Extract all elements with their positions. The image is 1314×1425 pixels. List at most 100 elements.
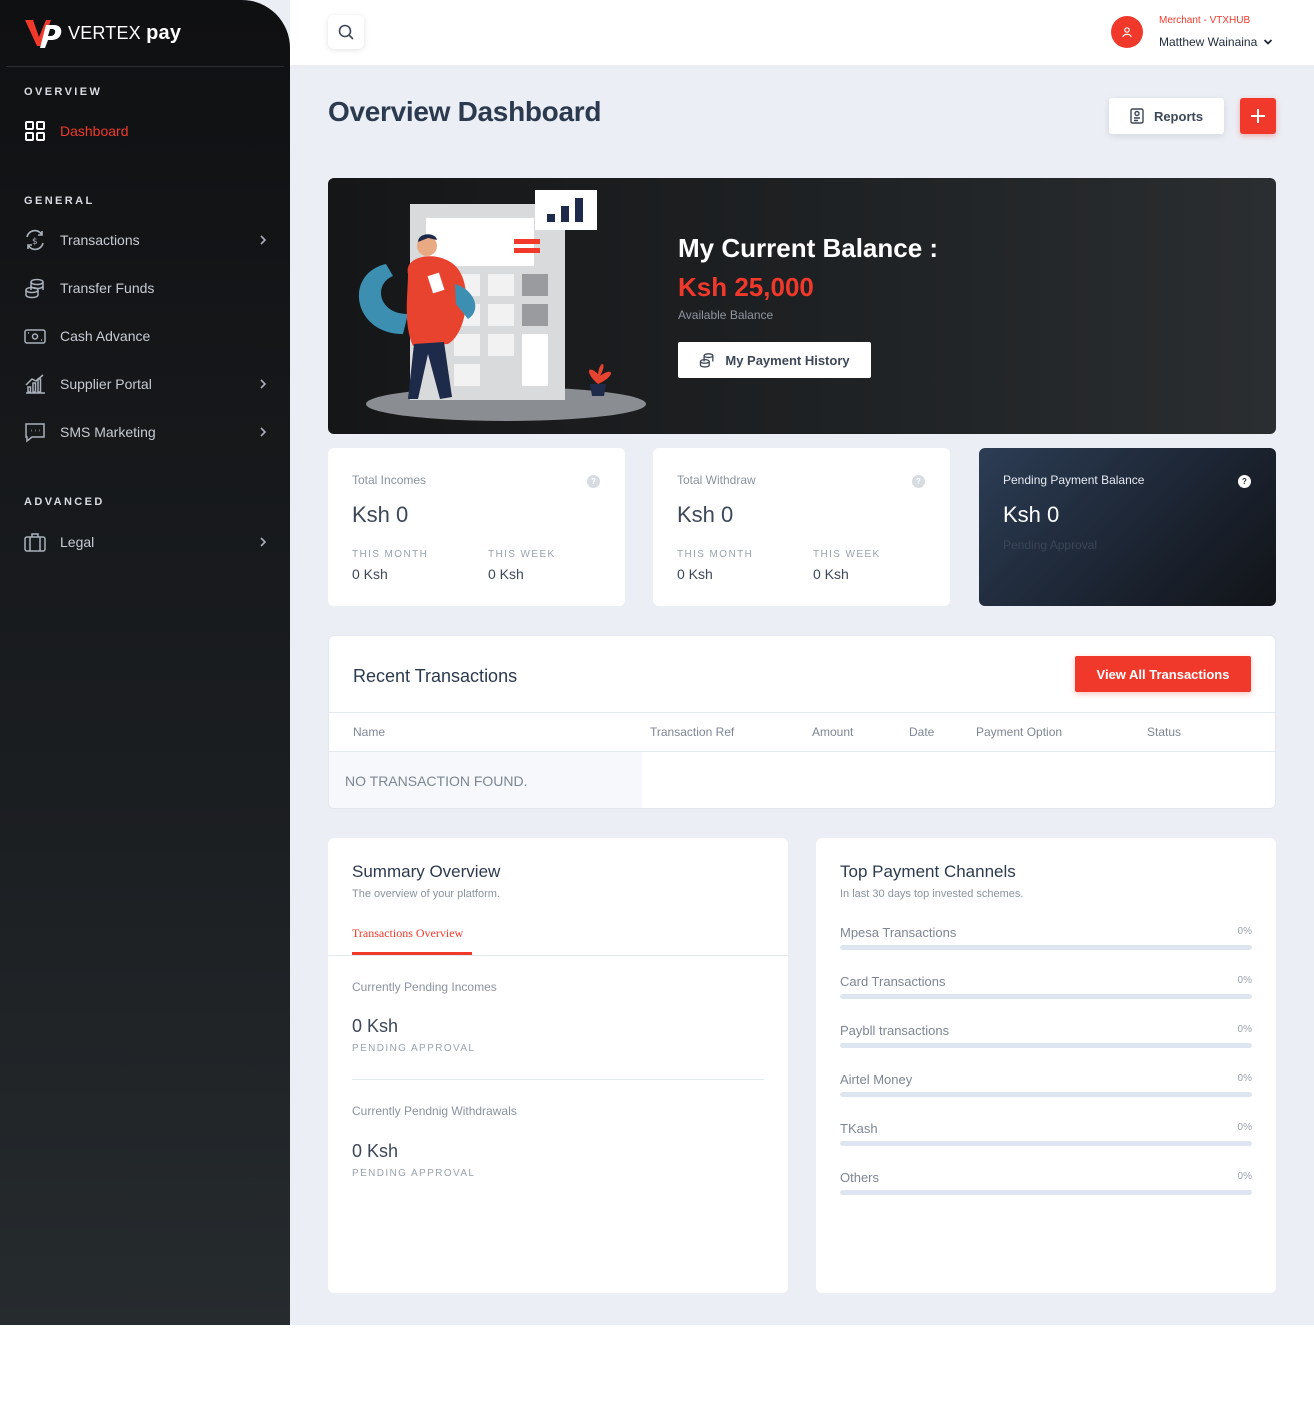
add-button[interactable]: [1240, 98, 1276, 134]
recent-transactions-card: Recent Transactions View All Transaction…: [328, 635, 1276, 809]
channel-progress-track: [840, 1092, 1252, 1097]
balance-card: My Current Balance : Ksh 25,000 Availabl…: [328, 178, 1276, 434]
column-header-ref[interactable]: Transaction Ref: [650, 725, 734, 739]
stat-value: Ksh 0: [677, 502, 734, 527]
channel-percent: 0%: [1237, 926, 1252, 937]
sidebar-item-label: Legal: [60, 534, 95, 550]
sidebar-item-dashboard[interactable]: Dashboard: [24, 116, 268, 146]
sidebar-item-legal[interactable]: Legal: [24, 527, 268, 557]
sidebar-item-label: SMS Marketing: [60, 424, 156, 440]
stat-sub: Pending Approval: [1003, 538, 1098, 552]
user-name: Matthew Wainaina: [1159, 35, 1258, 49]
vertex-logo-icon: [25, 20, 62, 48]
sidebar-item-cash-advance[interactable]: Cash Advance: [24, 321, 268, 351]
payment-history-button[interactable]: My Payment History: [678, 342, 871, 378]
channel-row: Card Transactions 0%: [840, 974, 1252, 1004]
column-header-payment-option[interactable]: Payment Option: [976, 725, 1062, 739]
sidebar-item-transfer-funds[interactable]: Transfer Funds: [24, 273, 268, 303]
pending-value: 0 Ksh: [352, 1016, 399, 1036]
brand-name: VERTEX pay: [68, 21, 182, 44]
merchant-label: Merchant - VTXHUB: [1159, 15, 1251, 26]
stat-this-week: THIS WEEK 0 Ksh: [488, 549, 556, 582]
channel-row: TKash 0%: [840, 1121, 1252, 1151]
svg-text:$: $: [32, 237, 38, 247]
brand-logo[interactable]: VERTEX pay: [24, 16, 181, 50]
sidebar-divider: [6, 66, 284, 67]
sidebar-item-sms-marketing[interactable]: SMS Marketing: [24, 417, 268, 447]
channel-progress-track: [840, 945, 1252, 950]
tab-transactions-overview[interactable]: Transactions Overview: [352, 926, 463, 941]
stat-mini-label: THIS MONTH: [677, 549, 754, 560]
table-header: Name Transaction Ref Amount Date Payment…: [329, 712, 1275, 752]
help-icon[interactable]: ?: [1238, 475, 1251, 488]
reports-button[interactable]: Reports: [1109, 98, 1224, 134]
empty-state: NO TRANSACTION FOUND.: [329, 752, 642, 808]
column-header-name[interactable]: Name: [353, 725, 385, 739]
column-header-date[interactable]: Date: [909, 725, 934, 739]
column-header-amount[interactable]: Amount: [812, 725, 853, 739]
sidebar-item-label: Transactions: [60, 232, 140, 248]
channel-name: Paybll transactions: [840, 1023, 950, 1038]
search-button[interactable]: [328, 15, 364, 49]
section-general: GENERAL: [24, 195, 95, 207]
app-root: VERTEX pay OVERVIEW Dashboard GENERAL $ …: [0, 0, 1314, 1325]
pending-label: Currently Pending Incomes: [352, 980, 497, 994]
channel-progress-track: [840, 1190, 1252, 1195]
user-icon: [1122, 27, 1132, 38]
stat-label: Total Withdraw: [677, 473, 756, 487]
sidebar: VERTEX pay OVERVIEW Dashboard GENERAL $ …: [0, 0, 290, 1325]
column-header-status[interactable]: Status: [1147, 725, 1181, 739]
stat-card-total-withdraw: Total Withdraw ? Ksh 0 THIS MONTH 0 Ksh …: [653, 448, 950, 606]
balance-subtitle: Available Balance: [678, 308, 774, 322]
channel-percent: 0%: [1237, 1024, 1252, 1035]
sidebar-item-transactions[interactable]: $ Transactions: [24, 225, 268, 255]
plus-icon: [1251, 109, 1265, 123]
stat-mini-value: 0 Ksh: [677, 566, 713, 582]
help-icon[interactable]: ?: [912, 475, 925, 488]
channel-percent: 0%: [1237, 1122, 1252, 1133]
avatar[interactable]: [1111, 16, 1143, 48]
stat-mini-label: THIS WEEK: [488, 549, 556, 560]
stat-mini-value: 0 Ksh: [352, 566, 388, 582]
balance-title: My Current Balance :: [678, 233, 939, 263]
stat-mini-value: 0 Ksh: [488, 566, 524, 582]
chevron-right-icon: [260, 537, 267, 547]
sidebar-item-label: Transfer Funds: [60, 280, 155, 296]
tab-divider: [328, 955, 788, 956]
pending-sub: PENDING APPROVAL: [352, 1043, 476, 1054]
channel-name: Others: [840, 1170, 880, 1185]
transactions-title: Recent Transactions: [353, 666, 518, 686]
top-payment-channels-card: Top Payment Channels In last 30 days top…: [816, 838, 1276, 1293]
exchange-dollar-icon: $: [24, 229, 46, 251]
sidebar-item-supplier-portal[interactable]: Supplier Portal: [24, 369, 268, 399]
briefcase-icon: [24, 531, 46, 553]
coins-stack-icon: [700, 353, 714, 368]
section-advanced: ADVANCED: [24, 496, 105, 508]
sidebar-item-label: Supplier Portal: [60, 376, 152, 392]
channel-name: Airtel Money: [840, 1072, 913, 1087]
section-overview: OVERVIEW: [24, 86, 103, 98]
balance-amount: Ksh 25,000: [678, 272, 814, 302]
reports-label: Reports: [1153, 108, 1204, 124]
help-icon[interactable]: ?: [587, 475, 600, 488]
stat-this-week: THIS WEEK 0 Ksh: [813, 549, 881, 582]
stat-this-month: THIS MONTH 0 Ksh: [677, 549, 753, 582]
chat-icon: [24, 421, 46, 443]
sidebar-item-label: Dashboard: [60, 123, 129, 139]
calculator-illustration: [358, 190, 646, 421]
pending-label: Currently Pendnig Withdrawals: [352, 1104, 517, 1118]
stat-label: Total Incomes: [352, 473, 427, 487]
divider: [352, 1079, 764, 1080]
card-subtitle: In last 30 days top invested schemes.: [840, 888, 1024, 900]
page-title: Overview Dashboard: [328, 96, 602, 127]
channel-row: Paybll transactions 0%: [840, 1023, 1252, 1053]
user-menu[interactable]: Matthew Wainaina: [1159, 35, 1273, 49]
stat-card-pending-balance: Pending Payment Balance ? Ksh 0 Pending …: [979, 448, 1276, 606]
stat-mini-label: THIS WEEK: [813, 549, 881, 560]
cash-icon: [24, 325, 46, 347]
bar-chart-icon: [24, 373, 46, 395]
stat-mini-value: 0 Ksh: [813, 566, 849, 582]
channel-name: TKash: [840, 1121, 878, 1136]
payment-history-label: My Payment History: [725, 352, 850, 368]
view-all-transactions-button[interactable]: View All Transactions: [1075, 656, 1251, 692]
